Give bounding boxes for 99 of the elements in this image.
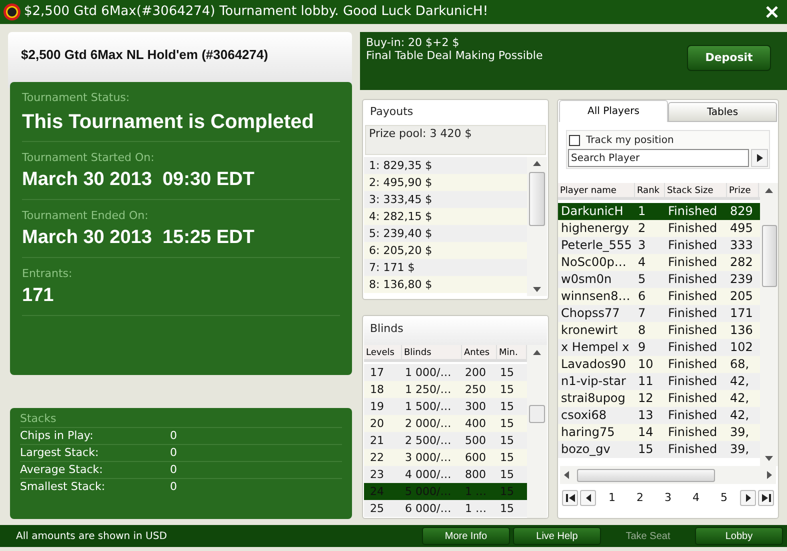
field-label: Tournament Started On: (22, 150, 156, 166)
field-label: Entrants: (22, 266, 74, 282)
blind-row[interactable]: 21 2 500/… 500 15 (364, 432, 527, 448)
chip-logo-icon (3, 3, 21, 21)
stack-label: Largest Stack: (20, 444, 100, 461)
stack-value: 0 (170, 428, 178, 444)
tournament-name: $2,500 Gtd 6Max NL Hold'em (#3064274) (21, 47, 268, 62)
scroll-up-icon[interactable] (765, 188, 773, 193)
blind-row[interactable]: 18 1 250/… 250 15 (364, 380, 527, 398)
scroll-up-icon[interactable] (533, 160, 541, 166)
search-field[interactable]: Search Player (568, 149, 749, 167)
close-icon[interactable] (766, 6, 778, 18)
player-row[interactable]: n1-vip-star 11 Finished 42, (558, 373, 760, 390)
scroll-up-icon[interactable] (533, 350, 541, 354)
player-row[interactable]: NoSc00p… 4 Finished 282 (558, 254, 760, 271)
previous-page-icon[interactable] (580, 490, 596, 506)
payout-row: 1: 829,35 $ (364, 156, 527, 174)
blind-row[interactable]: 17 1 000/… 200 15 (364, 364, 527, 380)
scroll-down-icon[interactable] (765, 456, 773, 461)
scrollbar[interactable] (760, 183, 778, 466)
stack-value: 0 (170, 444, 178, 461)
page-link[interactable]: 3 (662, 490, 674, 506)
column-header[interactable]: Player name (558, 183, 635, 197)
info-text: Final Table Deal Making Possible (366, 49, 544, 62)
payout-row: 6: 205,20 $ (364, 242, 527, 258)
field-label: Tournament Status: (22, 90, 131, 106)
payout-row: 2: 495,90 $ (364, 174, 527, 190)
player-row[interactable]: Lavados90 10 Finished 68, (558, 356, 760, 373)
section-title: Stacks (20, 411, 58, 427)
deposit-button[interactable]: Deposit (687, 45, 771, 71)
first-page-icon[interactable] (562, 490, 578, 506)
tab[interactable]: All Players (559, 100, 668, 122)
player-row[interactable]: x Hempel x 9 Finished 102 (558, 339, 760, 356)
stack-label: Chips in Play: (20, 428, 94, 444)
panel-title: Payouts (369, 104, 414, 120)
stack-label: Average Stack: (20, 462, 104, 478)
checkbox-label: Track my position (586, 134, 674, 148)
player-row[interactable]: Peterle_555 3 Finished 333 (558, 237, 760, 254)
player-row[interactable]: w0sm0n 5 Finished 239 (558, 271, 760, 288)
player-row[interactable]: bozo_gv 15 Finished 39, (558, 441, 760, 458)
field-value: March 30 2013 15:25 EDT (22, 226, 256, 250)
page-link[interactable]: 5 (718, 490, 730, 506)
panel-title: Blinds (364, 316, 547, 344)
player-row[interactable]: csoxi68 13 Finished 42, (558, 407, 760, 424)
blind-row[interactable]: 22 3 000/… 600 15 (364, 448, 527, 466)
column-header[interactable]: Stack Size (665, 183, 727, 197)
blind-row[interactable]: 19 1 500/… 300 15 (364, 398, 527, 414)
info-text: Buy-in: 20 $+2 $ (366, 36, 460, 49)
tab[interactable]: Tables (668, 102, 777, 122)
stack-value: 0 (170, 478, 178, 495)
window-title: $2,500 Gtd 6Max(#3064274) Tournament lobby. Good Luck DarkunicH! (24, 3, 490, 22)
blind-row[interactable]: 20 2 000/… 400 15 (364, 414, 527, 432)
page-link[interactable]: 4 (690, 490, 702, 506)
scroll-thumb[interactable] (762, 225, 776, 287)
footer-button[interactable]: Lobby (695, 527, 783, 545)
column-header[interactable]: Antes (462, 344, 497, 358)
field-label: Tournament Ended On: (22, 208, 150, 224)
stack-label: Smallest Stack: (20, 478, 106, 495)
column-header[interactable]: Blinds (402, 344, 462, 358)
player-row[interactable]: highenergy 2 Finished 495 (558, 220, 760, 237)
payout-row: 7: 171 $ (364, 258, 527, 276)
payout-row: 8: 136,80 $ (364, 276, 527, 292)
play-icon[interactable] (751, 149, 768, 167)
scroll-right-icon[interactable] (767, 471, 772, 479)
footer-button[interactable]: Live Help (513, 527, 601, 545)
column-header[interactable]: Rank (635, 183, 665, 197)
player-row[interactable]: Chopss77 7 Finished 171 (558, 305, 760, 322)
scroll-thumb[interactable] (577, 468, 715, 482)
footer-button[interactable]: More Info (422, 527, 510, 545)
player-row[interactable]: haring75 14 Finished 39, (558, 424, 760, 441)
blind-row[interactable]: 23 4 000/… 800 15 (364, 466, 527, 482)
column-header[interactable]: Prize (727, 183, 759, 197)
scroll-thumb[interactable] (529, 404, 545, 422)
scrollbar[interactable] (527, 156, 547, 296)
player-row[interactable]: DarkunicH 1 Finished 829 (558, 203, 760, 220)
scroll-down-icon[interactable] (533, 287, 541, 292)
field-value: March 30 2013 09:30 EDT (22, 168, 256, 192)
player-row[interactable]: kronewirt 8 Finished 136 (558, 322, 760, 339)
payout-row: 4: 282,15 $ (364, 208, 527, 224)
payout-row: 5: 239,40 $ (364, 224, 527, 242)
payout-row: 3: 333,45 $ (364, 190, 527, 208)
scroll-left-icon[interactable] (564, 471, 569, 479)
prize-pool: Prize pool: 3 420 $ (365, 124, 546, 154)
page-link[interactable]: 2 (634, 490, 646, 506)
blind-row[interactable]: 25 6 000/… 1 … 15 (364, 500, 527, 516)
scroll-thumb[interactable] (529, 172, 545, 226)
field-value: This Tournament is Completed (22, 110, 315, 134)
scrollbar[interactable] (560, 466, 776, 484)
checkbox[interactable] (569, 134, 580, 146)
scrollbar[interactable] (527, 344, 547, 518)
page-link[interactable]: 1 (606, 490, 618, 506)
stack-value: 0 (170, 462, 178, 478)
field-value: 171 (22, 284, 55, 308)
next-page-icon[interactable] (740, 490, 756, 506)
column-header[interactable]: Levels (364, 344, 402, 358)
player-row[interactable]: strai8upog 12 Finished 42, (558, 390, 760, 407)
status-text: All amounts are shown in USD (16, 530, 168, 544)
player-row[interactable]: winnsen8… 6 Finished 205 (558, 288, 760, 305)
last-page-icon[interactable] (758, 490, 774, 506)
